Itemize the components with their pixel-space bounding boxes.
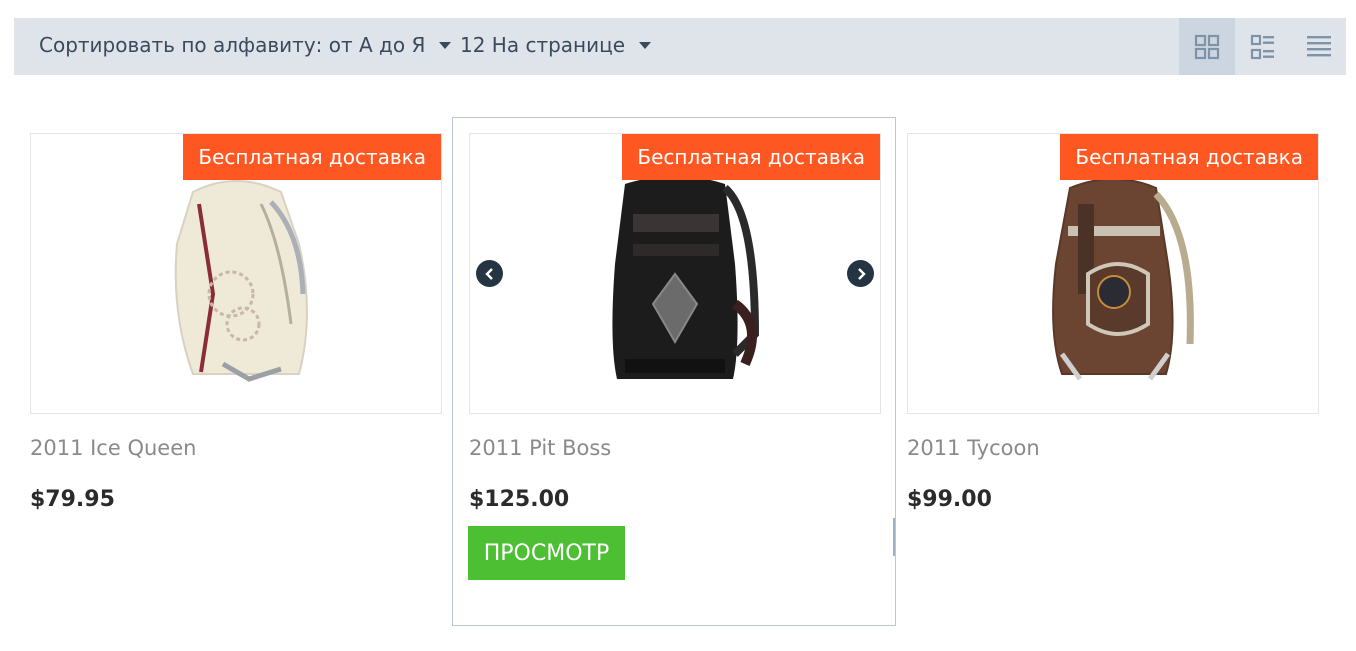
chevron-down-icon [439,41,452,49]
list-icon [1307,35,1331,56]
product-name-link[interactable]: 2011 Tycoon [907,436,1040,460]
chevron-down-icon [639,41,652,49]
product-image[interactable]: Бесплатная доставка [907,133,1319,414]
card-divider [893,518,895,556]
grid-icon [1194,34,1220,59]
catalog-toolbar: Сортировать по алфавиту: от А до Я 12 На… [14,18,1346,75]
product-price: $125.00 [469,487,570,512]
view-product-button[interactable]: ПРОСМОТР [468,526,625,580]
chevron-right-icon [857,267,866,280]
per-page-dropdown[interactable]: 12 На странице [460,33,652,57]
sort-dropdown[interactable]: Сортировать по алфавиту: от А до Я [39,33,452,57]
backpack-image [1052,178,1194,381]
product-card[interactable]: Бесплатная доставка 2011 Ice Queen $79.9… [30,133,442,512]
free-shipping-badge: Бесплатная доставка [622,134,880,180]
previous-image-button[interactable] [476,260,503,287]
backpack-image [612,176,760,379]
product-price: $79.95 [30,487,115,512]
grid-view-button[interactable] [1179,18,1235,75]
per-page-dropdown-label: 12 На странице [460,33,626,57]
product-name-link[interactable]: 2011 Ice Queen [30,436,196,460]
next-image-button[interactable] [847,260,874,287]
product-image[interactable]: Бесплатная доставка [30,133,442,414]
list-view-button[interactable] [1291,18,1347,75]
free-shipping-badge: Бесплатная доставка [1060,134,1318,180]
product-price: $99.00 [907,487,992,512]
chevron-left-icon [484,267,493,280]
sort-dropdown-label: Сортировать по алфавиту: от А до Я [39,33,426,57]
product-image[interactable]: Бесплатная доставка [469,133,881,414]
list-grid-icon [1250,34,1274,59]
product-name-link[interactable]: 2011 Pit Boss [469,436,611,460]
product-card[interactable]: Бесплатная доставка 2011 Pit Boss $125.0… [469,133,881,512]
list-grid-view-button[interactable] [1235,18,1291,75]
product-card[interactable]: Бесплатная доставка 2011 Tycoon $99.00 [907,133,1319,512]
free-shipping-badge: Бесплатная доставка [183,134,441,180]
backpack-image [174,180,308,382]
